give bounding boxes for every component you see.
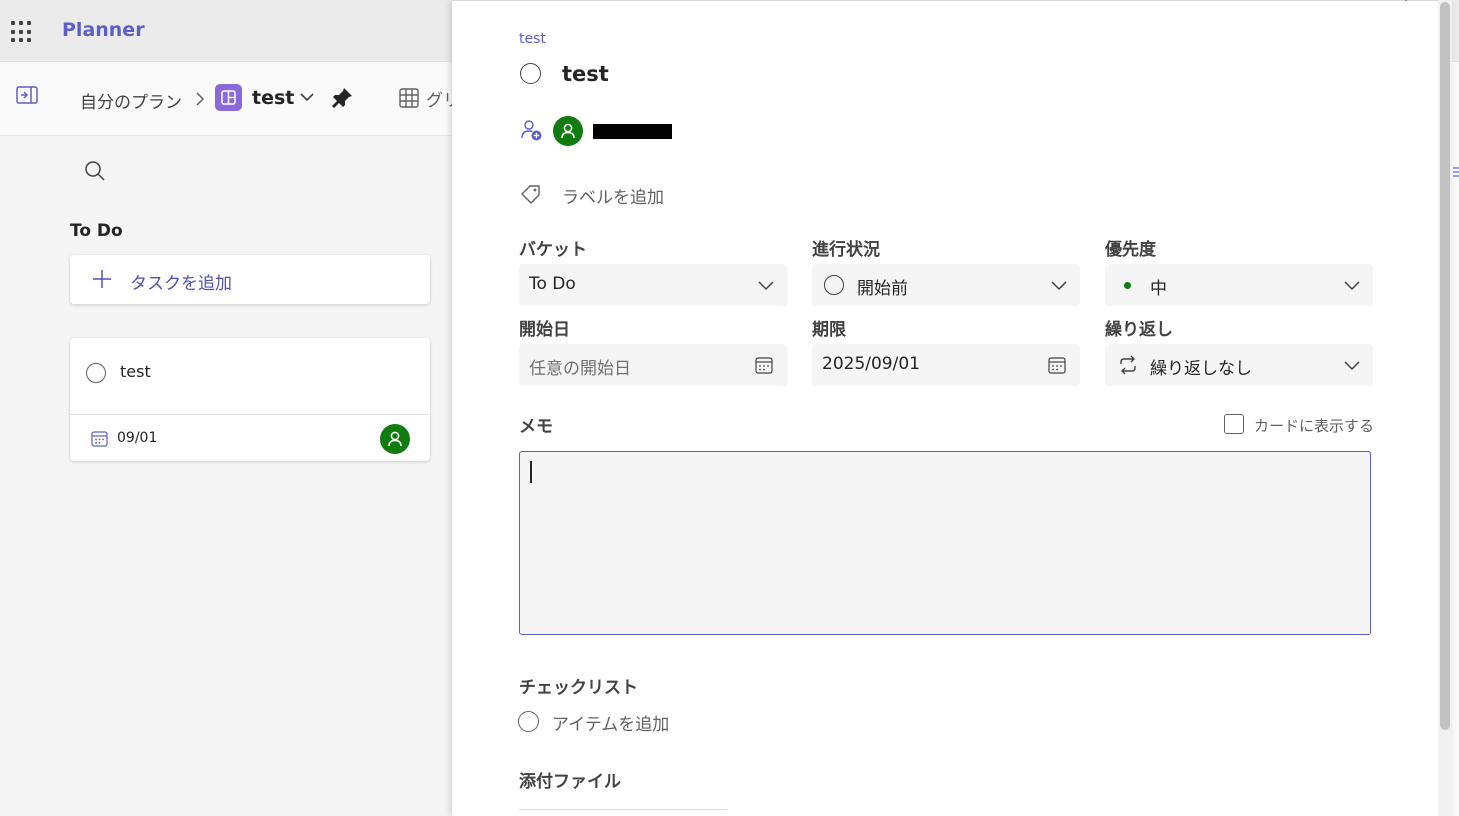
grid-icon[interactable] <box>398 87 420 109</box>
task-title: test <box>120 362 151 381</box>
breadcrumb-my-plans[interactable]: 自分のプラン <box>80 88 182 113</box>
start-date-placeholder: 任意の開始日 <box>529 359 631 379</box>
bucket-value: To Do <box>529 274 576 294</box>
attachments-label: 添付ファイル <box>519 772 621 792</box>
task-due-date: 09/01 <box>117 430 158 446</box>
task-card[interactable]: test 09/01 <box>70 338 430 461</box>
start-date-label: 開始日 <box>519 320 570 340</box>
bucket-label: バケット <box>519 240 587 260</box>
panel-plan-name[interactable]: test <box>519 31 546 47</box>
add-task-label: タスクを追加 <box>130 274 232 294</box>
panel-scrollbar[interactable] <box>1438 0 1452 816</box>
waffle-icon[interactable] <box>11 21 33 43</box>
repeat-label: 繰り返し <box>1105 320 1173 340</box>
chevron-down-icon <box>1344 361 1360 371</box>
add-person-icon[interactable] <box>519 118 543 142</box>
not-started-icon <box>824 275 844 295</box>
tag-icon[interactable] <box>519 182 543 206</box>
add-label-button[interactable]: ラベルを追加 <box>562 183 664 208</box>
due-date-label: 期限 <box>812 320 846 340</box>
divider <box>519 809 727 810</box>
left-rail <box>0 136 40 816</box>
due-date-value: 2025/09/01 <box>822 354 920 374</box>
chevron-down-icon[interactable] <box>298 90 316 104</box>
task-detail-panel: test test ラベルを追加 バケット 進行状況 優先度 To Do 開始前… <box>452 0 1452 816</box>
priority-label: 優先度 <box>1105 240 1156 260</box>
divider <box>70 414 430 415</box>
panel-collapse-icon[interactable] <box>16 86 38 104</box>
complete-task-checkbox[interactable] <box>520 63 541 84</box>
priority-value: 中 <box>1150 279 1167 299</box>
due-date-field[interactable]: 2025/09/01 <box>812 344 1080 386</box>
plan-icon <box>215 84 242 111</box>
plus-icon <box>93 270 111 288</box>
calendar-icon[interactable] <box>755 356 773 374</box>
task-title[interactable]: test <box>562 62 609 86</box>
scrollbar-thumb[interactable] <box>1440 2 1450 730</box>
calendar-icon[interactable] <box>1048 356 1066 374</box>
chevron-down-icon <box>1344 281 1360 291</box>
person-icon[interactable] <box>380 424 410 454</box>
bucket-dropdown[interactable]: To Do <box>519 264 787 306</box>
repeat-value: 繰り返しなし <box>1150 359 1252 379</box>
assignee-name-redacted <box>593 124 672 139</box>
chevron-down-icon <box>1051 281 1067 291</box>
checklist-label: チェックリスト <box>519 678 638 698</box>
add-checklist-item-input[interactable]: アイテムを追加 <box>552 710 669 735</box>
checklist-item-checkbox[interactable] <box>518 711 539 732</box>
search-icon[interactable] <box>84 160 106 182</box>
filter-icon <box>1453 167 1459 177</box>
memo-label: メモ <box>519 417 553 437</box>
progress-label: 進行状況 <box>812 240 880 260</box>
show-on-card-checkbox[interactable] <box>1224 414 1244 434</box>
close-icon[interactable] <box>1396 0 1416 9</box>
repeat-icon <box>1120 355 1136 375</box>
progress-dropdown[interactable]: 開始前 <box>812 264 1080 306</box>
chevron-down-icon <box>758 281 774 291</box>
app-title[interactable]: Planner <box>62 19 145 41</box>
priority-dropdown[interactable]: 中 <box>1105 264 1373 306</box>
progress-value: 開始前 <box>857 279 908 299</box>
calendar-icon <box>91 431 108 447</box>
show-on-card-label[interactable]: カードに表示する <box>1254 415 1374 436</box>
memo-textarea[interactable] <box>519 451 1371 635</box>
text-caret <box>530 461 532 483</box>
priority-dot-icon <box>1124 282 1131 289</box>
repeat-dropdown[interactable]: 繰り返しなし <box>1105 344 1373 386</box>
add-task-button[interactable]: タスクを追加 <box>70 255 430 304</box>
chevron-right-icon <box>196 92 205 106</box>
person-icon[interactable] <box>553 116 583 146</box>
start-date-field[interactable]: 任意の開始日 <box>519 344 787 386</box>
pin-icon[interactable] <box>330 86 354 110</box>
plan-name[interactable]: test <box>252 87 294 109</box>
complete-task-checkbox[interactable] <box>86 363 106 383</box>
bucket-title: To Do <box>70 221 123 241</box>
